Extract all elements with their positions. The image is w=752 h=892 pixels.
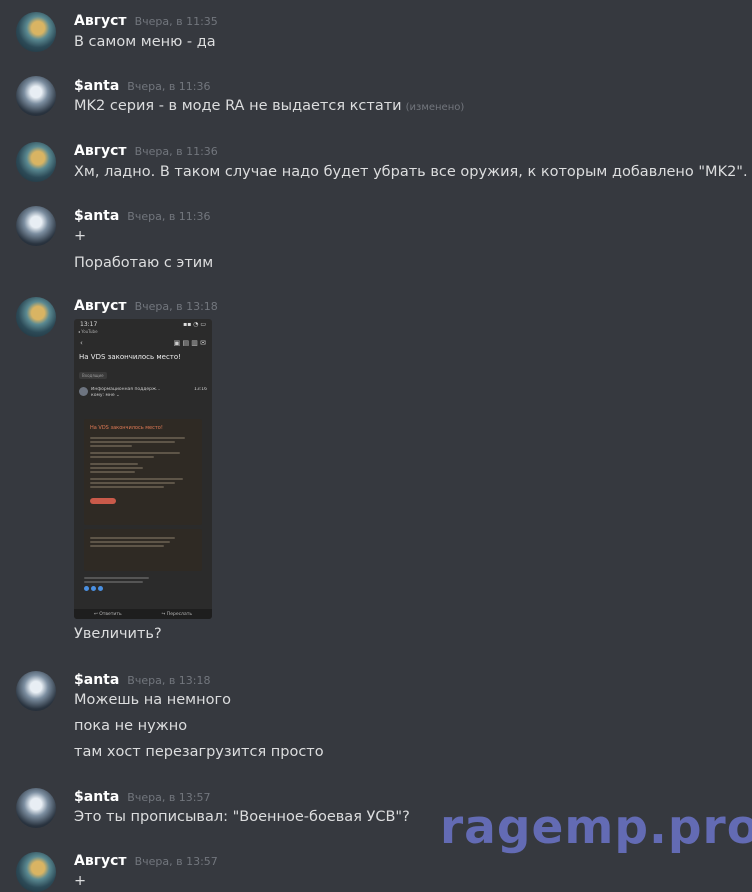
mail-body-card: На VDS закончилось место! [84,419,202,525]
author-name[interactable]: Август [74,13,127,29]
mail-footer [84,577,202,591]
phone-status-bar: 13:17 ▪▪ ◔ ▭ [74,319,212,329]
avatar[interactable] [16,12,56,52]
timestamp: Вчера, в 13:18 [127,674,211,687]
message-text: Можешь на немного [74,692,231,708]
forward-label: ↪ Переслать [161,611,192,617]
sender-avatar [79,387,88,396]
mail-actions: ↩ Ответить ↪ Переслать [74,609,212,619]
avatar[interactable] [16,206,56,246]
timestamp: Вчера, в 13:18 [134,300,218,313]
timestamp: Вчера, в 13:57 [127,791,211,804]
message-text: Увеличить? [74,626,162,642]
author-name[interactable]: $anta [74,208,119,224]
message-text: там хост перезагрузится просто [74,744,324,760]
timestamp: Вчера, в 11:35 [134,15,218,28]
timestamp: Вчера, в 11:36 [127,80,211,93]
folder-tag: Входящие [79,372,107,379]
avatar[interactable] [16,142,56,182]
card-title: На VDS закончилось место! [90,425,163,431]
avatar[interactable] [16,852,56,892]
signal-icon: ▪▪ ◔ ▭ [183,320,206,328]
message-text: + [74,228,87,244]
reply-label: ↩ Ответить [94,611,122,617]
mail-contacts-card [84,529,202,571]
author-name[interactable]: $anta [74,789,119,805]
toolbar-icons: ▣ ▤ ▥ ✉ [173,339,206,347]
timestamp: Вчера, в 13:57 [134,855,218,868]
message-text: пока не нужно [74,718,188,734]
author-name[interactable]: Август [74,298,127,314]
social-icons [84,586,202,591]
recipient: кому: мне ⌄ [91,393,120,398]
message-text: MK2 серия - в моде RA не выдается кстати… [74,98,464,114]
message-text: Хм, ладно. В таком случае надо будет убр… [74,164,748,180]
mail-sender: Информационная поддерж... кому: мне ⌄ 13… [74,381,212,399]
avatar[interactable] [16,76,56,116]
timestamp: Вчера, в 11:36 [127,210,211,223]
avatar[interactable] [16,788,56,828]
message-text: + [74,873,87,889]
mail-toolbar: ‹ ▣ ▤ ▥ ✉ [74,335,212,351]
author-name[interactable]: Август [74,143,127,159]
image-attachment[interactable]: 13:17 ▪▪ ◔ ▭ ◂ YouTube ‹ ▣ ▤ ▥ ✉ На VDS … [74,319,212,619]
avatar[interactable] [16,671,56,711]
message-text: Это ты прописывал: "Военное-боевая УСВ"? [74,809,410,825]
message-text: Поработаю с этим [74,255,214,271]
message-text: В самом меню - да [74,34,216,50]
edited-label: (изменено) [405,102,465,113]
mail-cta-button [90,498,116,504]
author-name[interactable]: Август [74,853,127,869]
avatar[interactable] [16,297,56,337]
author-name[interactable]: $anta [74,672,119,688]
message-text-content: MK2 серия - в моде RA не выдается кстати [74,98,402,114]
mail-subject: На VDS закончилось место! [79,353,181,361]
author-name[interactable]: $anta [74,78,119,94]
timestamp: Вчера, в 11:36 [134,145,218,158]
back-arrow-icon: ‹ [80,339,83,347]
sender-time: 13:16 [194,387,207,392]
body-text-lines [90,437,196,488]
watermark: ragemp.pro [440,800,752,855]
status-time: 13:17 [80,320,98,328]
